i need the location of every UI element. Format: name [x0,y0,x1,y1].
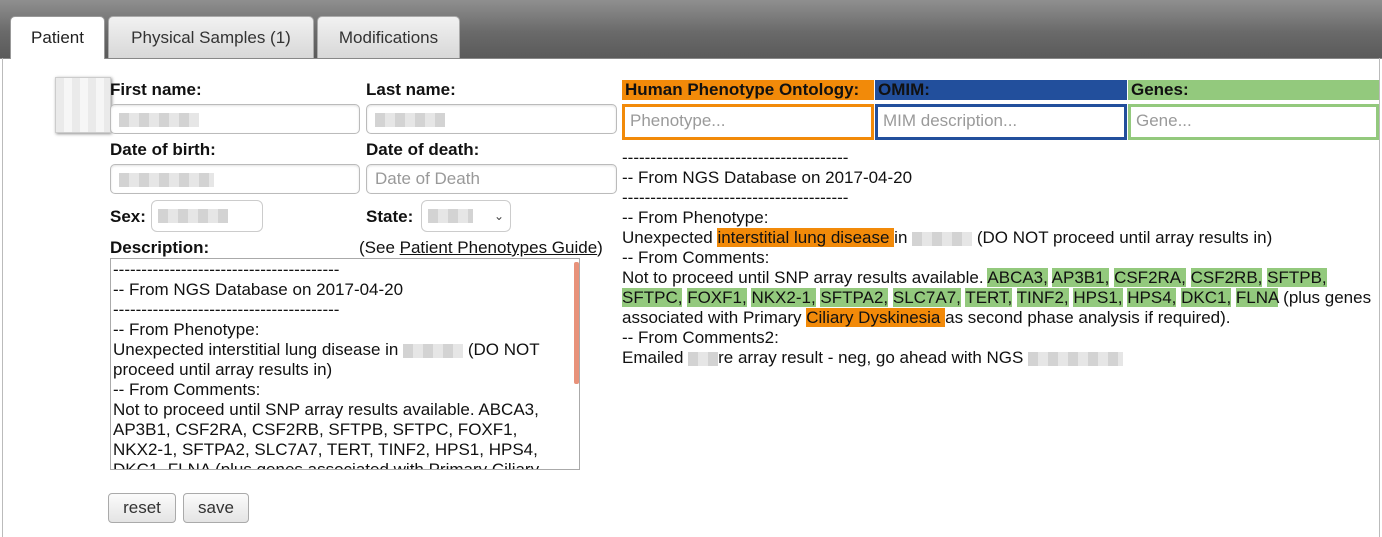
gene-highlight[interactable]: CSF2RA, [1114,268,1186,287]
sex-select[interactable] [151,200,263,232]
annot-line: -- From Phenotype: [622,208,769,227]
dob-label: Date of birth: [110,140,216,159]
desc-line: Not to proceed until SNP array results a… [113,400,539,419]
annot-line: -- From NGS Database on 2017-04-20 [622,168,913,187]
tab-patient[interactable]: Patient [10,16,105,59]
gene-highlight[interactable]: HPS4, [1127,288,1177,307]
desc-line: proceed until array results in) [113,360,333,379]
omim-header: OMIM: [875,80,1127,100]
omim-search-input[interactable]: MIM description... [878,107,1124,137]
phenotype-highlight[interactable]: Ciliary Dyskinesia [806,308,946,327]
reset-button[interactable]: reset [108,493,176,523]
chevron-down-icon: ⌄ [493,209,504,223]
gene-highlight[interactable]: SLC7A7, [892,288,961,307]
hpo-search-box: Phenotype... [622,104,874,140]
avatar [55,77,111,133]
patient-phenotypes-guide-link[interactable]: Patient Phenotypes Guide [400,238,598,257]
gene-highlight[interactable]: CSF2RB, [1190,268,1263,287]
phenotype-highlight[interactable]: interstitial lung disease [717,228,895,247]
desc-line: NKX2-1, SFTPA2, SLC7A7, TERT, TINF2, HPS… [113,440,538,459]
tab-bar: Patient Physical Samples (1) Modificatio… [0,0,1382,59]
dod-field[interactable]: Date of Death [366,164,617,194]
annot-line: -- From Comments2: [622,328,779,347]
desc-line: DKC1, FLNA (plus genes associated with P… [113,460,540,470]
save-button[interactable]: save [183,493,249,523]
gene-highlight[interactable]: NKX2-1, [751,288,816,307]
description-scrollbar[interactable] [574,262,579,384]
gene-highlight[interactable]: TINF2, [1016,288,1069,307]
desc-line: AP3B1, CSF2RA, CSF2RB, SFTPB, SFTPC, FOX… [113,420,518,439]
gene-highlight[interactable]: AP3B1, [1051,268,1110,287]
genes-search-box: Gene... [1128,104,1379,140]
state-label: State: [366,207,414,226]
dod-label: Date of death: [366,140,480,159]
desc-line: ---------------------------------------- [113,300,340,319]
guide-prefix: (See [359,238,400,257]
gene-highlight[interactable]: TERT, [965,288,1013,307]
desc-line: Unexpected interstitial lung disease in … [113,340,540,359]
gene-highlight[interactable]: FOXF1, [687,288,747,307]
annot-line: -- From Comments: [622,248,770,267]
desc-line: ---------------------------------------- [113,260,340,279]
annot-line: ---------------------------------------- [622,148,849,167]
tab-physical-samples[interactable]: Physical Samples (1) [108,16,314,58]
first-name-field[interactable] [110,104,360,134]
desc-line: -- From NGS Database on 2017-04-20 [113,280,404,299]
last-name-field[interactable] [366,104,617,134]
annot-line: Not to proceed until SNP array results a… [622,268,1372,327]
description-textarea[interactable]: ----------------------------------------… [110,258,580,470]
genes-search-input[interactable]: Gene... [1131,107,1376,137]
annot-line: Unexpected interstitial lung disease in … [622,228,1273,247]
gene-highlight[interactable]: SFTPB, [1267,268,1327,287]
desc-line: -- From Phenotype: [113,320,260,339]
guide-note: (See Patient Phenotypes Guide) [359,238,603,258]
hpo-search-input[interactable]: Phenotype... [625,107,871,137]
annot-line: ---------------------------------------- [622,188,849,207]
gene-highlight[interactable]: ABCA3, [987,268,1048,287]
gene-highlight[interactable]: DKC1, [1181,288,1232,307]
guide-suffix: ) [597,238,603,257]
description-label: Description: [110,238,210,257]
annot-line: Emailed re array result - neg, go ahead … [622,348,1377,368]
genes-header: Genes: [1128,80,1379,100]
gene-highlight[interactable]: SFTPA2, [820,288,889,307]
tab-modifications[interactable]: Modifications [317,16,460,58]
omim-search-box: MIM description... [875,104,1127,140]
sex-label: Sex: [110,207,146,226]
state-select[interactable]: ⌄ [421,200,511,232]
hpo-header: Human Phenotype Ontology: [622,80,874,100]
gene-highlight[interactable]: FLNA [1235,288,1279,307]
first-name-label: First name: [110,80,202,99]
gene-highlight[interactable]: HPS1, [1073,288,1123,307]
gene-highlight[interactable]: SFTPC, [622,288,683,307]
last-name-label: Last name: [366,80,456,99]
dob-field[interactable] [110,164,360,194]
desc-line: -- From Comments: [113,380,261,399]
annotated-description: ----------------------------------------… [622,148,1377,368]
